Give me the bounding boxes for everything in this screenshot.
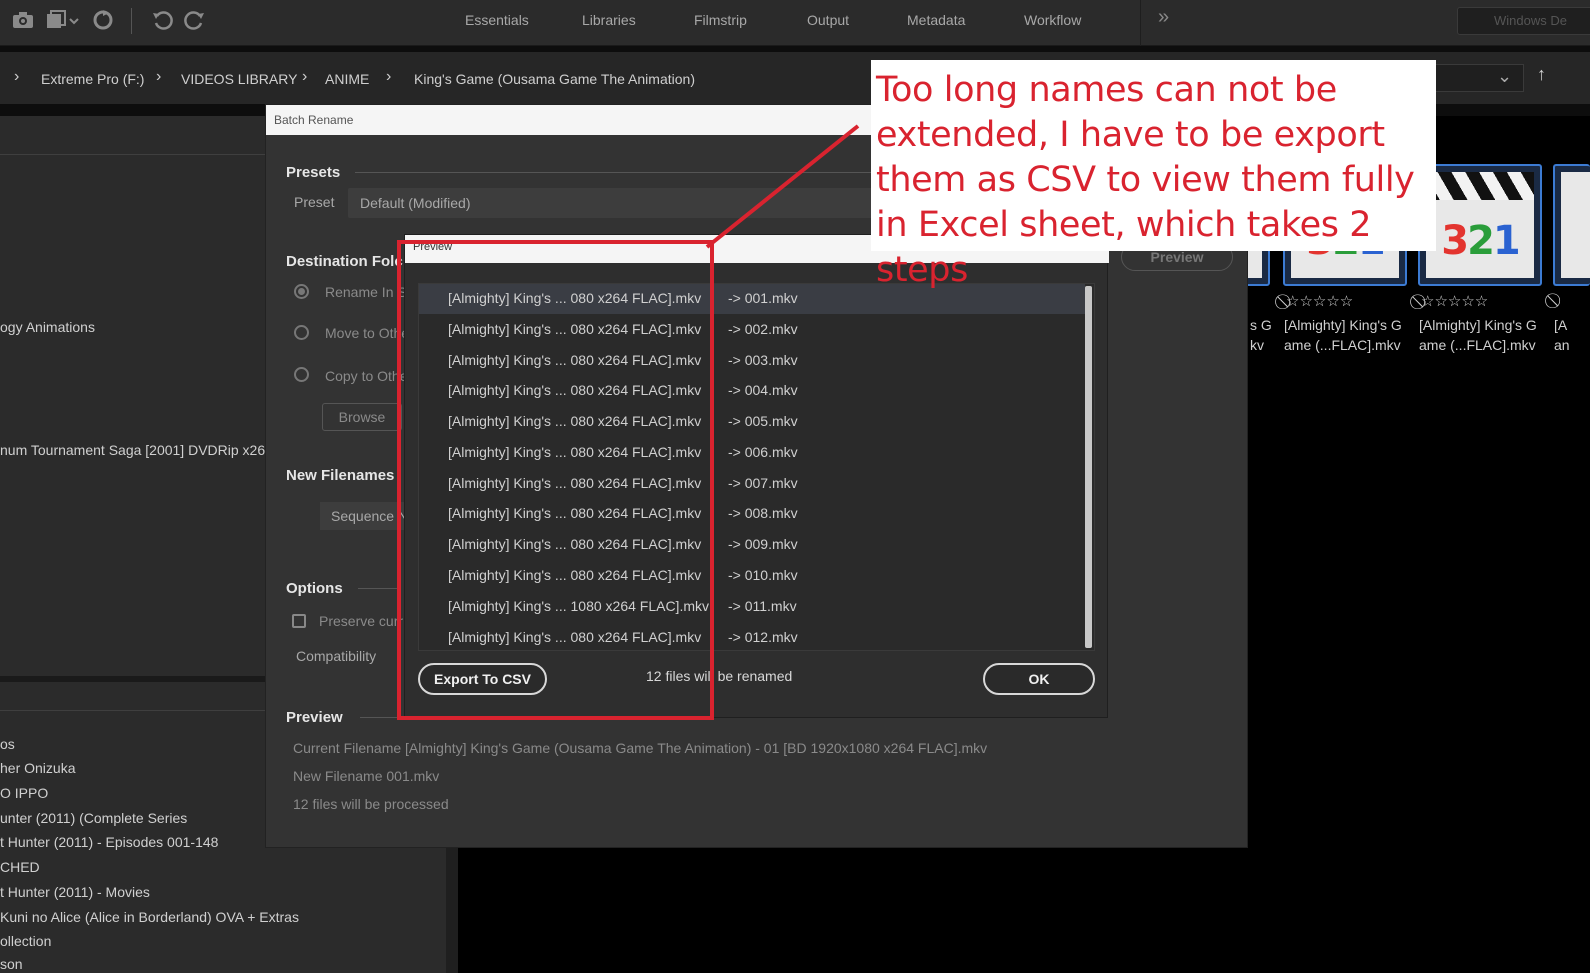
annotation-callout: Too long names can not be extended, I ha… [871,60,1436,290]
